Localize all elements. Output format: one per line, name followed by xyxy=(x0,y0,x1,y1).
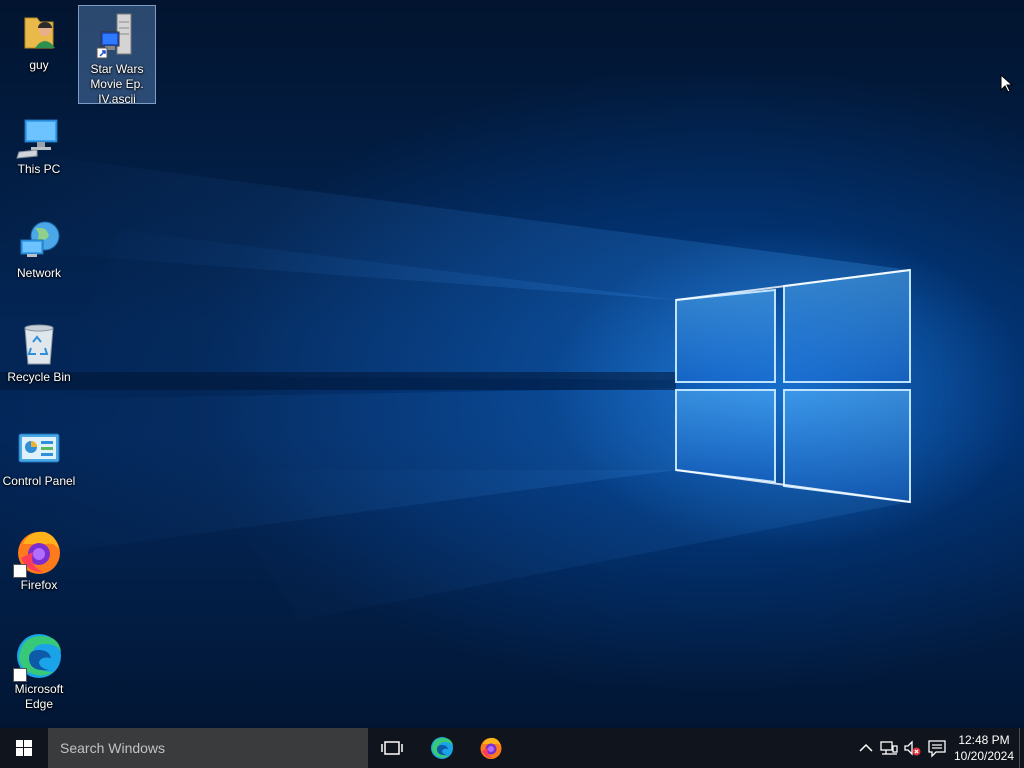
taskbar-firefox-button[interactable] xyxy=(467,728,515,768)
clock-date: 10/20/2024 xyxy=(953,749,1015,763)
search-input[interactable] xyxy=(48,728,368,768)
desktop[interactable]: guy Star Wars Movie Ep. IV.ascii This PC… xyxy=(0,0,1024,728)
desktop-icon-label: Control Panel xyxy=(2,474,76,488)
network-icon xyxy=(880,741,898,755)
computer-icon xyxy=(15,112,63,160)
control-panel-icon xyxy=(15,424,63,472)
desktop-icon-label: Recycle Bin xyxy=(7,370,71,384)
task-view-button[interactable] xyxy=(368,728,416,768)
desktop-icon-user-folder[interactable]: guy xyxy=(1,2,77,82)
chevron-up-icon xyxy=(859,743,873,752)
remote-desktop-file-icon xyxy=(93,12,141,60)
volume-muted-icon xyxy=(904,740,921,756)
recycle-bin-icon xyxy=(15,320,63,368)
start-button[interactable] xyxy=(0,728,48,768)
edge-icon xyxy=(13,632,63,682)
shortcut-arrow-icon xyxy=(13,564,27,578)
edge-icon xyxy=(431,737,453,759)
desktop-icon-control-panel[interactable]: Control Panel xyxy=(1,418,77,498)
volume-button[interactable] xyxy=(902,738,922,758)
firefox-icon xyxy=(13,528,63,578)
shortcut-arrow-icon xyxy=(13,668,27,682)
desktop-icon-label: This PC xyxy=(17,162,61,176)
desktop-icon-microsoft-edge[interactable]: Microsoft Edge xyxy=(1,626,77,718)
show-desktop-button[interactable] xyxy=(1019,728,1024,768)
clock-time: 12:48 PM xyxy=(958,733,1010,747)
task-view-icon xyxy=(381,741,403,755)
network-icon xyxy=(15,216,63,264)
firefox-icon xyxy=(480,737,502,759)
taskbar: 12:48 PM 10/20/2024 xyxy=(0,728,1024,768)
desktop-icon-this-pc[interactable]: This PC xyxy=(1,106,77,186)
windows-logo-icon xyxy=(16,740,32,756)
desktop-icon-label: Firefox xyxy=(20,578,58,592)
notifications-icon xyxy=(928,740,946,758)
user-folder-icon xyxy=(15,8,63,56)
network-status-button[interactable] xyxy=(879,738,899,758)
desktop-icon-label: Network xyxy=(16,266,61,280)
search-box[interactable] xyxy=(48,728,368,768)
desktop-icon-star-wars-file[interactable]: Star Wars Movie Ep. IV.ascii xyxy=(78,5,156,106)
show-hidden-icons-button[interactable] xyxy=(856,738,876,758)
desktop-icon-label: Microsoft Edge xyxy=(14,682,64,711)
taskbar-edge-button[interactable] xyxy=(418,728,466,768)
wallpaper-windows-logo xyxy=(0,150,911,620)
desktop-icon-label: Star Wars Movie Ep. IV.ascii xyxy=(90,62,144,106)
desktop-icon-label: guy xyxy=(29,58,49,72)
mouse-cursor-icon xyxy=(1000,74,1014,93)
desktop-icon-network[interactable]: Network xyxy=(1,210,77,290)
desktop-icon-firefox[interactable]: Firefox xyxy=(1,522,77,602)
notifications-button[interactable] xyxy=(927,738,947,758)
desktop-icon-recycle-bin[interactable]: Recycle Bin xyxy=(1,314,77,394)
taskbar-clock[interactable]: 12:48 PM 10/20/2024 xyxy=(948,732,1020,764)
